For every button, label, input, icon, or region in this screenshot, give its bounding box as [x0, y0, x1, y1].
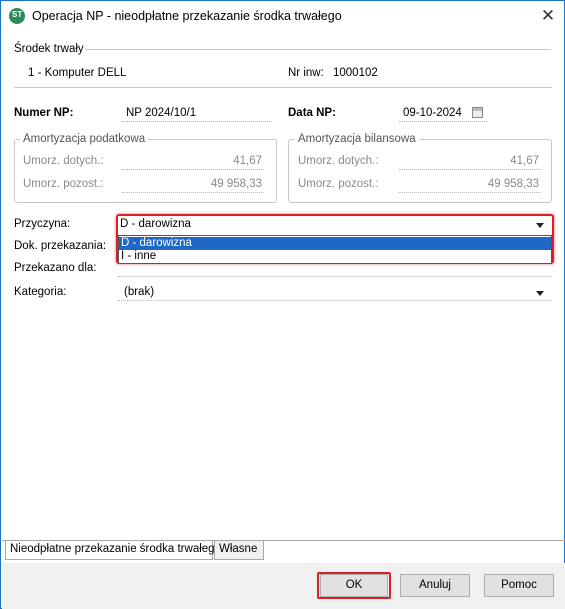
tax-accumulated-underline	[122, 169, 264, 170]
tab-transfer[interactable]: Nieodpłatne przekazanie środka trwałego	[5, 541, 221, 560]
reason-label: Przyczyna:	[14, 218, 71, 230]
category-select[interactable]: (brak)	[124, 286, 154, 298]
np-number-label: Numer NP:	[14, 107, 74, 119]
category-underline	[118, 300, 552, 301]
transfer-doc-label: Dok. przekazania:	[14, 240, 107, 252]
calendar-icon[interactable]	[472, 107, 483, 118]
balance-amortization-title: Amortyzacja bilansowa	[295, 133, 419, 145]
reason-select[interactable]: D - darowizna	[120, 218, 191, 230]
reason-option-darowizna[interactable]: D - darowizna	[119, 237, 551, 250]
np-date-label: Data NP:	[288, 107, 336, 119]
section-divider	[14, 87, 552, 88]
dialog-window: ST Operacja NP - nieodpłatne przekazanie…	[0, 0, 565, 609]
category-label: Kategoria:	[14, 286, 67, 298]
np-number-field[interactable]: NP 2024/10/1	[126, 107, 196, 119]
np-number-underline	[122, 121, 272, 122]
balance-accumulated-label: Umorz. dotych.:	[298, 155, 379, 167]
section-divider	[85, 49, 551, 50]
balance-accumulated-value: 41,67	[510, 155, 539, 167]
close-icon[interactable]: ✕	[533, 3, 563, 29]
balance-amortization-group	[288, 139, 552, 203]
balance-remaining-value: 49 958,33	[487, 178, 539, 190]
title-bar: ST Operacja NP - nieodpłatne przekazanie…	[1, 1, 564, 31]
inventory-value: 1000102	[333, 67, 378, 79]
recipient-field[interactable]	[118, 276, 552, 277]
tax-remaining-underline	[122, 192, 264, 193]
tax-remaining-label: Umorz. pozost.:	[23, 178, 104, 190]
ok-button[interactable]: OK	[320, 574, 388, 597]
asset-name: 1 - Komputer DELL	[28, 67, 127, 79]
np-date-underline	[399, 121, 487, 122]
button-bar: OK Anuluj Pomoc	[2, 563, 565, 609]
chevron-down-icon[interactable]	[536, 291, 544, 296]
help-button[interactable]: Pomoc	[484, 574, 554, 597]
tab-own[interactable]: Własne	[214, 541, 264, 560]
balance-remaining-underline	[399, 192, 541, 193]
inventory-label: Nr inw:	[288, 67, 324, 79]
tax-accumulated-label: Umorz. dotych.:	[23, 155, 104, 167]
tax-amortization-title: Amortyzacja podatkowa	[20, 133, 149, 145]
balance-accumulated-underline	[399, 169, 541, 170]
cancel-button[interactable]: Anuluj	[400, 574, 470, 597]
recipient-label: Przekazano dla:	[14, 262, 97, 274]
reason-option-inne[interactable]: I - inne	[119, 250, 551, 263]
tax-amortization-group	[14, 139, 277, 203]
tax-accumulated-value: 41,67	[233, 155, 262, 167]
app-icon: ST	[9, 8, 25, 24]
reason-dropdown-list: D - darowizna I - inne	[118, 235, 552, 264]
asset-section-label: Środek trwały	[14, 43, 84, 55]
window-title: Operacja NP - nieodpłatne przekazanie śr…	[32, 9, 342, 23]
np-date-field[interactable]: 09-10-2024	[403, 107, 462, 119]
tax-remaining-value: 49 958,33	[210, 178, 262, 190]
chevron-down-icon[interactable]	[536, 223, 544, 228]
balance-remaining-label: Umorz. pozost.:	[298, 178, 379, 190]
